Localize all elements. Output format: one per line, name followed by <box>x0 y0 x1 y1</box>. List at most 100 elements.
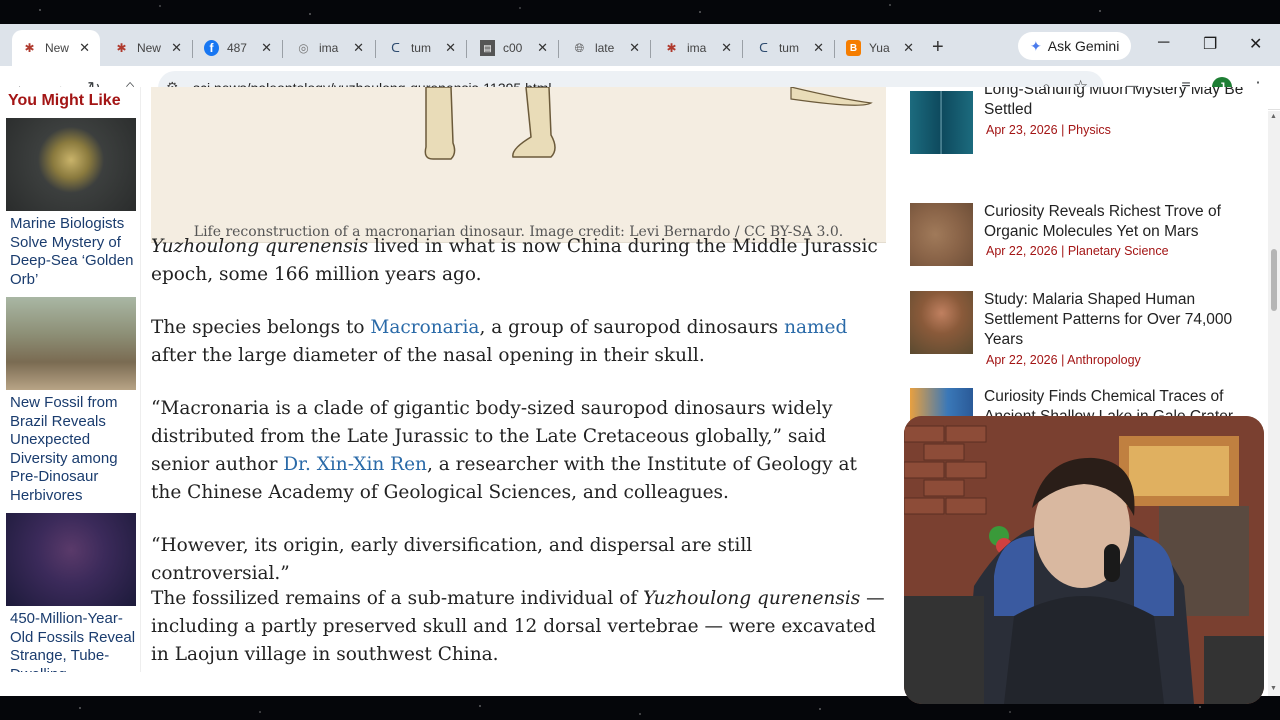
close-tab-icon[interactable]: ✕ <box>171 40 182 56</box>
named-link[interactable]: named <box>784 317 847 338</box>
minimize-button[interactable]: ─ <box>1158 34 1169 52</box>
tab-label: ima <box>686 41 707 55</box>
document-icon: ▤ <box>480 40 495 56</box>
tab-label: late <box>594 41 615 55</box>
close-tab-icon[interactable]: ✕ <box>813 40 824 56</box>
article-category[interactable]: Physics <box>1068 123 1111 137</box>
tab-label: New <box>44 41 69 55</box>
globe-icon: 🌐︎ <box>574 40 585 55</box>
meta-separator: | <box>1061 123 1065 137</box>
item-caption[interactable]: Marine Biologists Solve Mystery of Deep-… <box>6 215 136 289</box>
article-paragraph: “Macronaria is a clade of gigantic body-… <box>151 395 886 507</box>
tumblr-like-icon: ᑕ <box>391 41 400 55</box>
article-paragraph: Yuzhoulong qurenensis lived in what is n… <box>151 233 886 289</box>
scrollbar-thumb[interactable] <box>1271 249 1277 311</box>
tab-separator <box>375 40 376 58</box>
fossil-herbivore-thumbnail[interactable] <box>6 297 136 390</box>
close-tab-icon[interactable]: ✕ <box>445 40 456 56</box>
item-caption[interactable]: New Fossil from Brazil Reveals Unexpecte… <box>6 394 136 505</box>
you-might-like-item[interactable]: New Fossil from Brazil Reveals Unexpecte… <box>6 297 136 505</box>
item-caption[interactable]: 450-Million-Year-Old Fossils Reveal Stra… <box>6 610 136 672</box>
tab-label: ima <box>318 41 339 55</box>
golden-orb-thumbnail[interactable] <box>6 118 136 211</box>
tab-separator <box>192 40 193 58</box>
close-window-button[interactable]: ✕ <box>1249 34 1262 54</box>
close-tab-icon[interactable]: ✕ <box>537 40 548 56</box>
article-category[interactable]: Anthropology <box>1067 353 1141 367</box>
tab-label: c00 <box>502 41 523 55</box>
article-title[interactable]: Curiosity Reveals Richest Trove of Organ… <box>984 202 1252 242</box>
tab-9[interactable]: ᑕ tum ✕ <box>746 30 834 66</box>
paragraph-text: “However, its origin, early diversificat… <box>151 535 753 584</box>
restore-button[interactable]: ❐ <box>1203 34 1217 54</box>
author-link[interactable]: Dr. Xin-Xin Ren <box>283 454 427 475</box>
blogger-icon: B <box>846 40 861 56</box>
mars-rock-thumbnail[interactable] <box>910 203 973 266</box>
tube-fossil-thumbnail[interactable] <box>6 513 136 606</box>
close-tab-icon[interactable]: ✕ <box>721 40 732 56</box>
tab-label: New <box>136 41 161 55</box>
article-meta: Apr 23, 2026 | Physics <box>986 123 1111 137</box>
scroll-down-arrow-icon[interactable]: ▼ <box>1270 685 1277 692</box>
sci-news-icon: ✱ <box>666 41 677 55</box>
sci-news-icon: ✱ <box>24 41 35 55</box>
you-might-like-item[interactable]: 450-Million-Year-Old Fossils Reveal Stra… <box>6 513 136 672</box>
close-tab-icon[interactable]: ✕ <box>353 40 364 56</box>
new-tab-button[interactable]: + <box>932 36 944 59</box>
target-icon: ◎ <box>298 41 309 55</box>
ancient-human-thumbnail[interactable] <box>910 291 973 354</box>
article-title[interactable]: Study: Malaria Shaped Human Settlement P… <box>984 290 1252 350</box>
tab-3[interactable]: f 487 ✕ <box>194 30 282 66</box>
ask-gemini-label: Ask Gemini <box>1047 38 1120 54</box>
article-title[interactable]: Long-Standing Muon Mystery May Be Settle… <box>984 87 1252 120</box>
close-tab-icon[interactable]: ✕ <box>79 40 90 56</box>
tab-4[interactable]: ◎ ima ✕ <box>286 30 374 66</box>
tab-separator <box>558 40 559 58</box>
paragraph-text: The fossilized remains of a sub-mature i… <box>151 588 644 609</box>
article-figure: Life reconstruction of a macronarian din… <box>151 87 886 243</box>
webcam-video-feed <box>904 416 1264 704</box>
article-meta: Apr 22, 2026 | Anthropology <box>986 353 1141 367</box>
tab-separator <box>282 40 283 58</box>
related-article[interactable]: Curiosity Reveals Richest Trove of Organ… <box>910 202 1255 282</box>
you-might-like-item[interactable]: Marine Biologists Solve Mystery of Deep-… <box>6 118 136 289</box>
species-name: Yuzhoulong qurenensis <box>643 588 861 609</box>
close-tab-icon[interactable]: ✕ <box>261 40 272 56</box>
article-date: Apr 22, 2026 <box>986 353 1058 367</box>
page-scrollbar[interactable]: ▲ ▼ <box>1268 111 1280 696</box>
close-tab-icon[interactable]: ✕ <box>903 40 914 56</box>
related-article[interactable]: Long-Standing Muon Mystery May Be Settle… <box>910 87 1255 159</box>
ask-gemini-button[interactable]: ✦ Ask Gemini <box>1018 32 1132 60</box>
article-date: Apr 23, 2026 <box>986 123 1058 137</box>
sidebar-divider <box>140 87 141 672</box>
paragraph-text: The species belongs to <box>151 317 371 338</box>
facebook-icon: f <box>204 40 219 56</box>
tumblr-like-icon: ᑕ <box>759 41 768 55</box>
you-might-like-heading: You Might Like <box>8 92 121 109</box>
article-category[interactable]: Planetary Science <box>1068 244 1169 258</box>
article-meta: Apr 22, 2026 | Planetary Science <box>986 244 1169 258</box>
tab-5[interactable]: ᑕ tum ✕ <box>378 30 466 66</box>
macronaria-link[interactable]: Macronaria <box>370 317 479 338</box>
webcam-overlay <box>904 416 1264 704</box>
tab-7[interactable]: 🌐︎ late ✕ <box>562 30 650 66</box>
tab-label: tum <box>410 41 431 55</box>
tab-separator <box>834 40 835 58</box>
tab-10[interactable]: B Yua ✕ <box>836 30 924 66</box>
tab-label: tum <box>778 41 799 55</box>
article-paragraph: “However, its origin, early diversificat… <box>151 532 886 588</box>
scroll-up-arrow-icon[interactable]: ▲ <box>1270 113 1277 120</box>
sci-news-icon: ✱ <box>116 41 127 55</box>
muon-thumbnail[interactable] <box>910 91 973 154</box>
tab-2[interactable]: ✱ New ✕ <box>104 30 192 66</box>
tab-1[interactable]: ✱ New ✕ <box>12 30 100 66</box>
related-article[interactable]: Study: Malaria Shaped Human Settlement P… <box>910 290 1255 375</box>
tab-6[interactable]: ▤ c00 ✕ <box>470 30 558 66</box>
species-name: Yuzhoulong qurenensis <box>151 236 369 257</box>
close-tab-icon[interactable]: ✕ <box>629 40 640 56</box>
article-paragraph: The species belongs to Macronaria, a gro… <box>151 314 886 370</box>
paragraph-text: , a group of sauropod dinosaurs <box>479 317 785 338</box>
tab-label: 487 <box>226 41 247 55</box>
tab-8[interactable]: ✱ ima ✕ <box>654 30 742 66</box>
article-date: Apr 22, 2026 <box>986 244 1058 258</box>
